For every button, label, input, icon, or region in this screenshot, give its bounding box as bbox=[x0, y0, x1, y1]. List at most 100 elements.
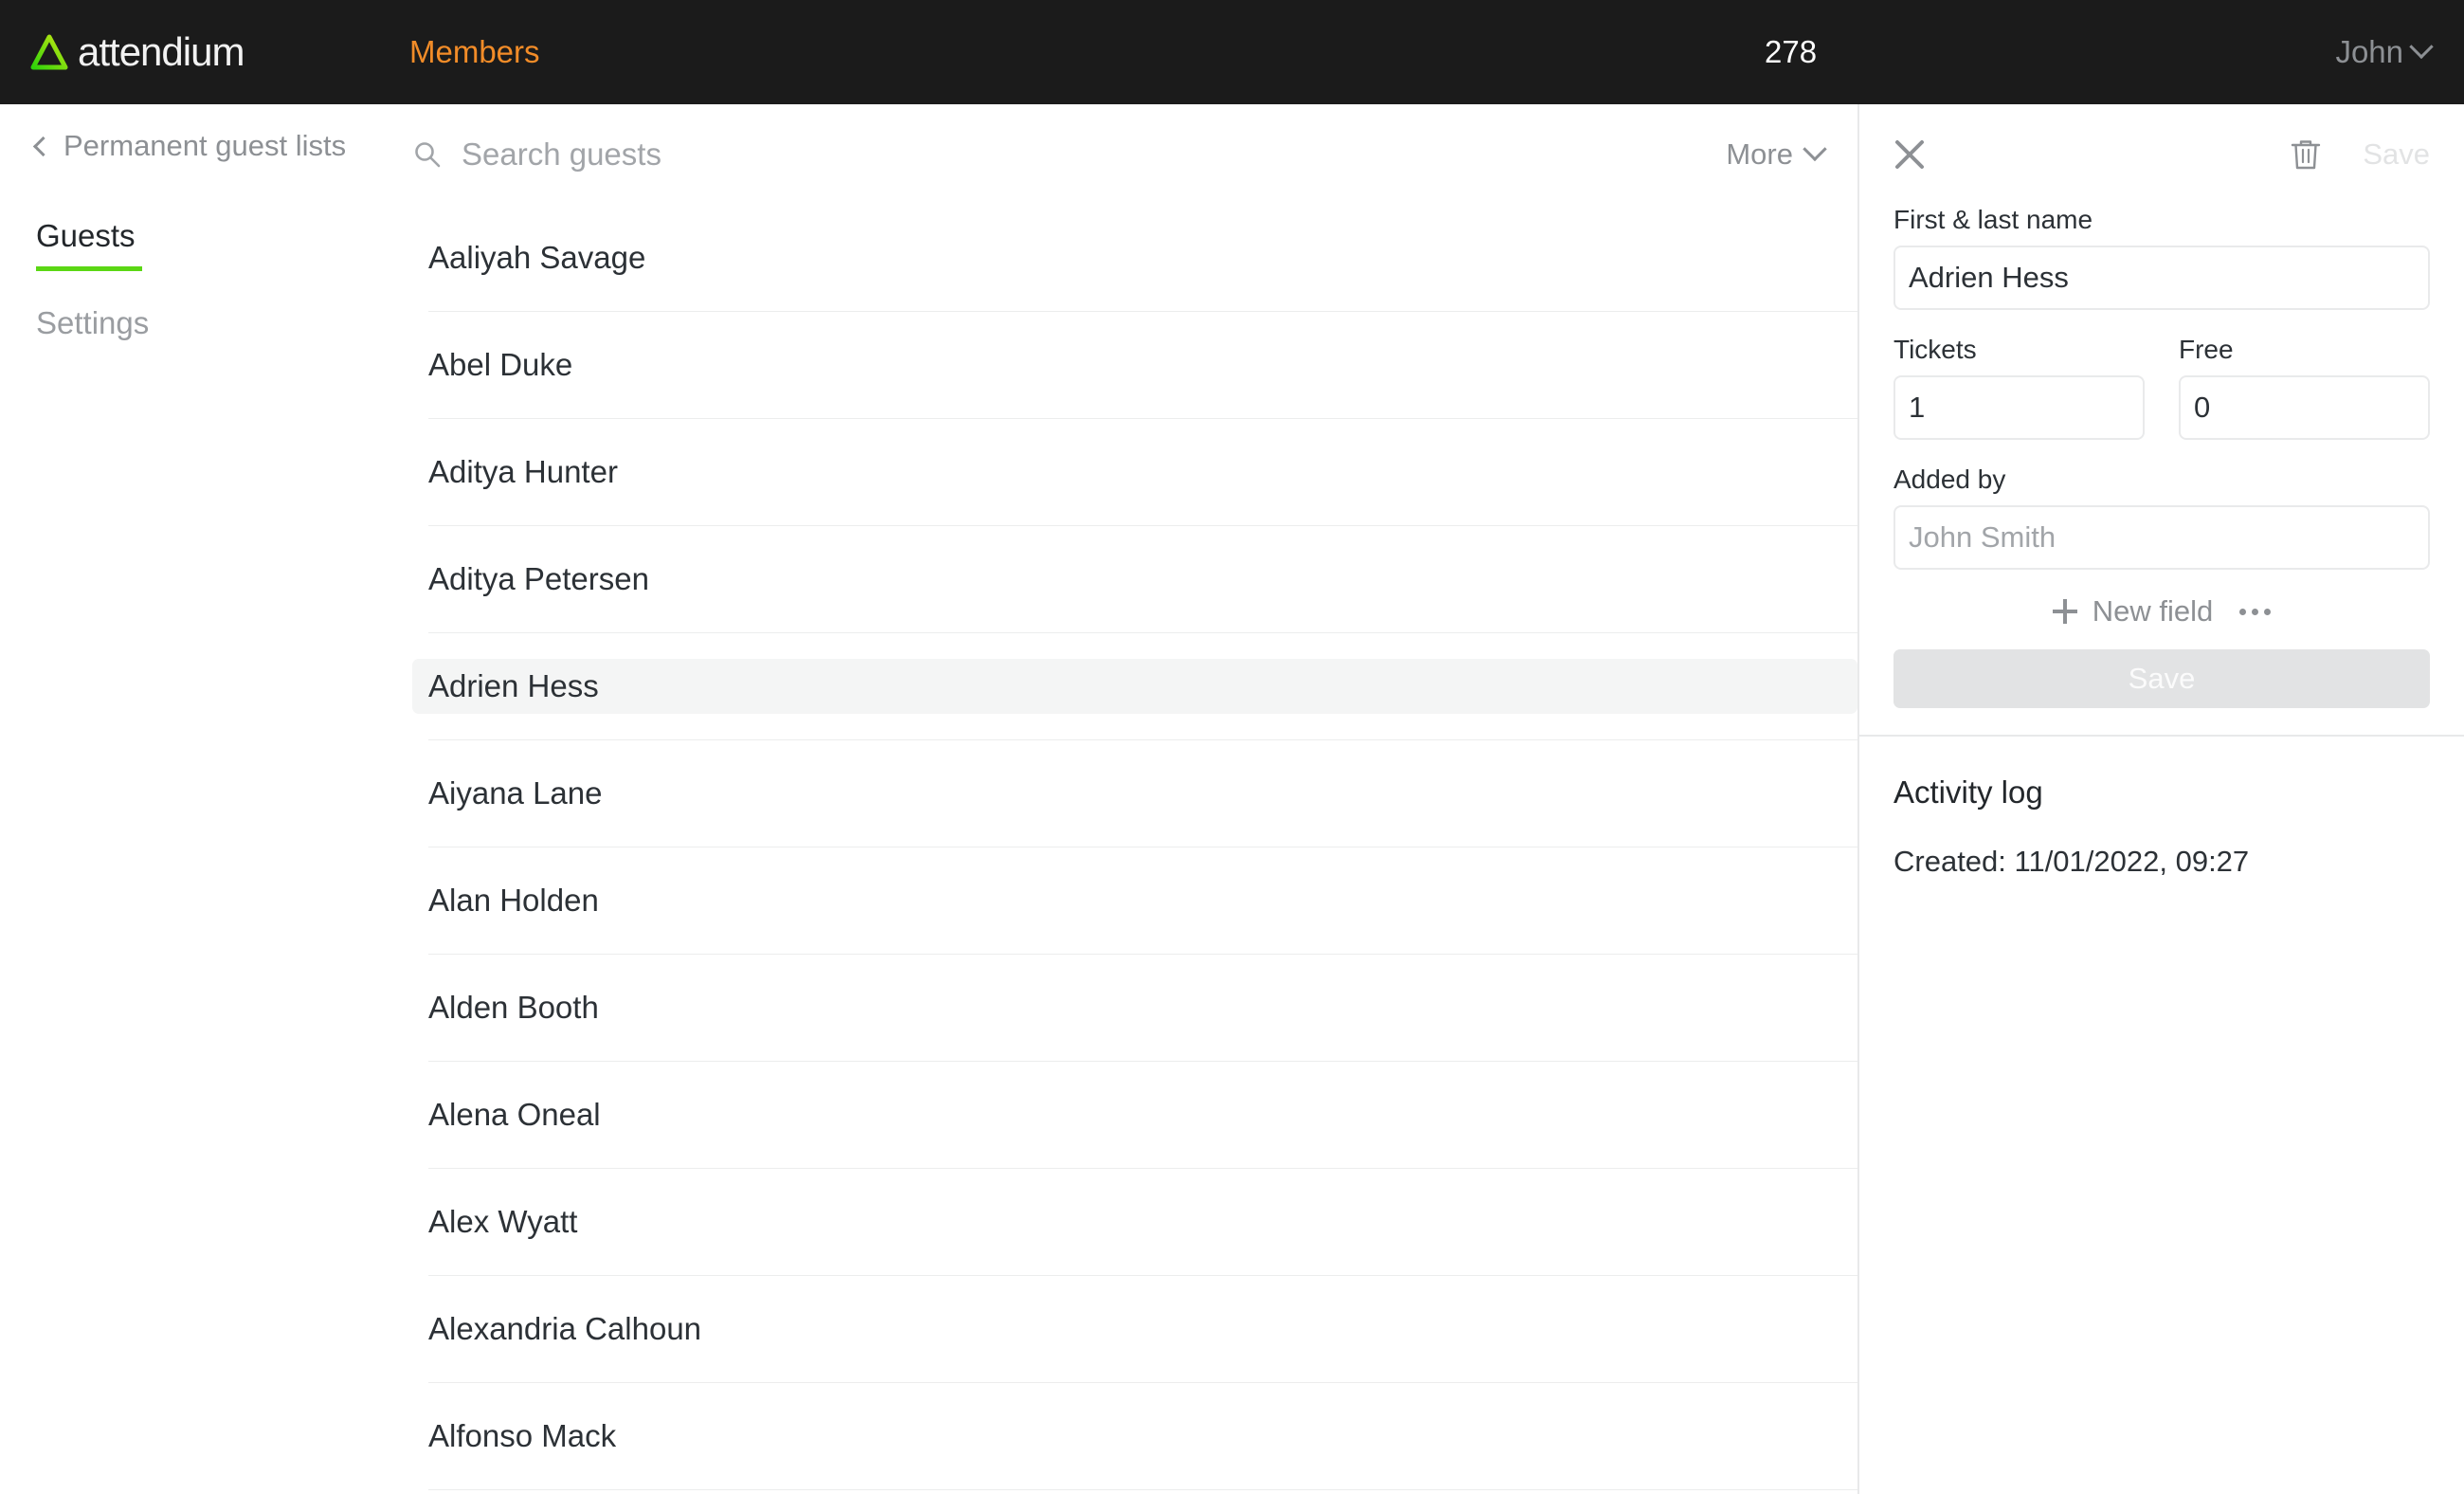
guest-detail-form: First & last name Tickets Free Added by bbox=[1859, 205, 2464, 708]
more-label: More bbox=[1726, 137, 1793, 171]
added-by-field-label: Added by bbox=[1893, 465, 2006, 494]
left-sidebar: Permanent guest lists Guests Settings bbox=[0, 104, 396, 1494]
guest-name: Alan Holden bbox=[428, 883, 599, 918]
save-button[interactable]: Save bbox=[1893, 649, 2430, 708]
row-spacer bbox=[412, 500, 1857, 525]
added-by-field[interactable] bbox=[1893, 505, 2430, 570]
back-label: Permanent guest lists bbox=[63, 129, 347, 162]
guest-name: Aaliyah Savage bbox=[428, 240, 646, 275]
row-spacer bbox=[412, 1249, 1857, 1275]
guest-name: Alexandria Calhoun bbox=[428, 1311, 702, 1346]
table-row[interactable]: Alexandria Calhoun bbox=[412, 1302, 1857, 1357]
header-save-button[interactable]: Save bbox=[2363, 137, 2430, 172]
row-spacer bbox=[412, 1357, 1857, 1382]
search-input[interactable] bbox=[462, 137, 1857, 173]
guest-name: Alex Wyatt bbox=[428, 1204, 578, 1239]
search-icon bbox=[415, 142, 441, 168]
sidebar-item-label: Guests bbox=[36, 218, 136, 253]
free-field[interactable] bbox=[2179, 375, 2430, 440]
tickets-field[interactable] bbox=[1893, 375, 2145, 440]
row-spacer bbox=[412, 392, 1857, 418]
table-row[interactable]: Adrien Hess bbox=[412, 659, 1857, 714]
detail-panel-header: Save bbox=[1859, 104, 2464, 205]
table-row[interactable]: Aiyana Lane bbox=[412, 766, 1857, 821]
user-menu[interactable]: John bbox=[2335, 34, 2434, 70]
row-spacer bbox=[412, 312, 1857, 337]
nav-item-members[interactable]: Members bbox=[409, 34, 540, 70]
name-field[interactable] bbox=[1893, 246, 2430, 310]
user-menu-label: John bbox=[2335, 34, 2403, 69]
table-row[interactable]: Abel Duke bbox=[412, 337, 1857, 392]
new-field-row: New field bbox=[1893, 594, 2430, 629]
row-spacer bbox=[412, 928, 1857, 954]
row-spacer bbox=[412, 740, 1857, 766]
app-logo[interactable]: attendium bbox=[28, 29, 245, 75]
activity-log-section: Activity log Created: 11/01/2022, 09:27 bbox=[1859, 737, 2464, 879]
new-field-button[interactable]: New field bbox=[2093, 594, 2214, 629]
free-field-label: Free bbox=[2179, 335, 2234, 364]
table-row[interactable]: Aditya Hunter bbox=[412, 445, 1857, 500]
name-field-group: First & last name bbox=[1893, 205, 2430, 310]
row-spacer bbox=[412, 1276, 1857, 1302]
guest-detail-panel: Save First & last name Tickets Free Adde… bbox=[1857, 104, 2464, 1494]
table-row[interactable]: Alex Wyatt bbox=[412, 1194, 1857, 1249]
row-spacer bbox=[412, 205, 1857, 230]
added-by-field-group: Added by bbox=[1893, 465, 2430, 570]
close-icon[interactable] bbox=[1893, 138, 1926, 171]
trash-icon[interactable] bbox=[2291, 137, 2321, 172]
guest-list: Aaliyah Savage Abel Duke Aditya Hunter Adit… bbox=[396, 205, 1857, 1494]
row-spacer bbox=[412, 633, 1857, 659]
row-spacer bbox=[412, 1490, 1857, 1494]
sidebar-item-label: Settings bbox=[36, 305, 150, 340]
ellipsis-icon[interactable] bbox=[2239, 608, 2272, 615]
guest-name: Alena Oneal bbox=[428, 1097, 601, 1132]
guest-name: Abel Duke bbox=[428, 347, 573, 382]
row-spacer bbox=[412, 955, 1857, 980]
row-spacer bbox=[412, 1142, 1857, 1168]
tickets-field-group: Tickets bbox=[1893, 335, 2145, 440]
back-to-permanent-guest-lists[interactable]: Permanent guest lists bbox=[0, 129, 396, 163]
tickets-field-label: Tickets bbox=[1893, 335, 1977, 364]
free-field-group: Free bbox=[2179, 335, 2430, 440]
chevron-down-icon bbox=[2409, 34, 2434, 60]
activity-log-entry: Created: 11/01/2022, 09:27 bbox=[1893, 845, 2250, 878]
table-row[interactable]: Alden Booth bbox=[412, 980, 1857, 1035]
name-field-label: First & last name bbox=[1893, 205, 2093, 234]
row-spacer bbox=[412, 1383, 1857, 1409]
guest-name: Adrien Hess bbox=[428, 668, 599, 703]
chevron-down-icon bbox=[1803, 137, 1827, 162]
guest-name: Alden Booth bbox=[428, 990, 599, 1025]
activity-log-title: Activity log bbox=[1893, 774, 2043, 810]
table-row[interactable]: Alfonso Mack bbox=[412, 1409, 1857, 1464]
guest-name: Aditya Hunter bbox=[428, 454, 618, 489]
tickets-free-group: Tickets Free bbox=[1893, 335, 2430, 440]
member-count: 278 bbox=[1765, 34, 1818, 69]
sidebar-item-guests[interactable]: Guests bbox=[0, 218, 396, 271]
row-spacer bbox=[412, 847, 1857, 873]
row-spacer bbox=[412, 1062, 1857, 1087]
guest-name: Aditya Petersen bbox=[428, 561, 649, 596]
table-row[interactable]: Alena Oneal bbox=[412, 1087, 1857, 1142]
active-underline bbox=[36, 266, 142, 271]
top-bar: attendium Members 278 John bbox=[0, 0, 2464, 104]
sidebar-item-settings[interactable]: Settings bbox=[0, 305, 396, 341]
logo-wordmark: attendium bbox=[78, 29, 245, 74]
triangle-logo-icon bbox=[30, 34, 68, 70]
row-spacer bbox=[412, 285, 1857, 311]
plus-icon bbox=[2052, 599, 2077, 624]
row-spacer bbox=[412, 821, 1857, 847]
more-dropdown[interactable]: More bbox=[1726, 137, 1827, 172]
guest-list-panel: More Aaliyah Savage Abel Duke Aditya Hunte… bbox=[396, 104, 1857, 1494]
table-row[interactable]: Aditya Petersen bbox=[412, 552, 1857, 607]
row-spacer bbox=[412, 607, 1857, 632]
row-spacer bbox=[412, 714, 1857, 739]
detail-header-actions: Save bbox=[2291, 137, 2430, 172]
table-row[interactable]: Aaliyah Savage bbox=[412, 230, 1857, 285]
chevron-left-icon bbox=[32, 136, 54, 156]
row-spacer bbox=[412, 1035, 1857, 1061]
row-spacer bbox=[412, 419, 1857, 445]
table-row[interactable]: Alan Holden bbox=[412, 873, 1857, 928]
row-spacer bbox=[412, 1169, 1857, 1194]
guest-name: Aiyana Lane bbox=[428, 775, 603, 811]
row-spacer bbox=[412, 526, 1857, 552]
